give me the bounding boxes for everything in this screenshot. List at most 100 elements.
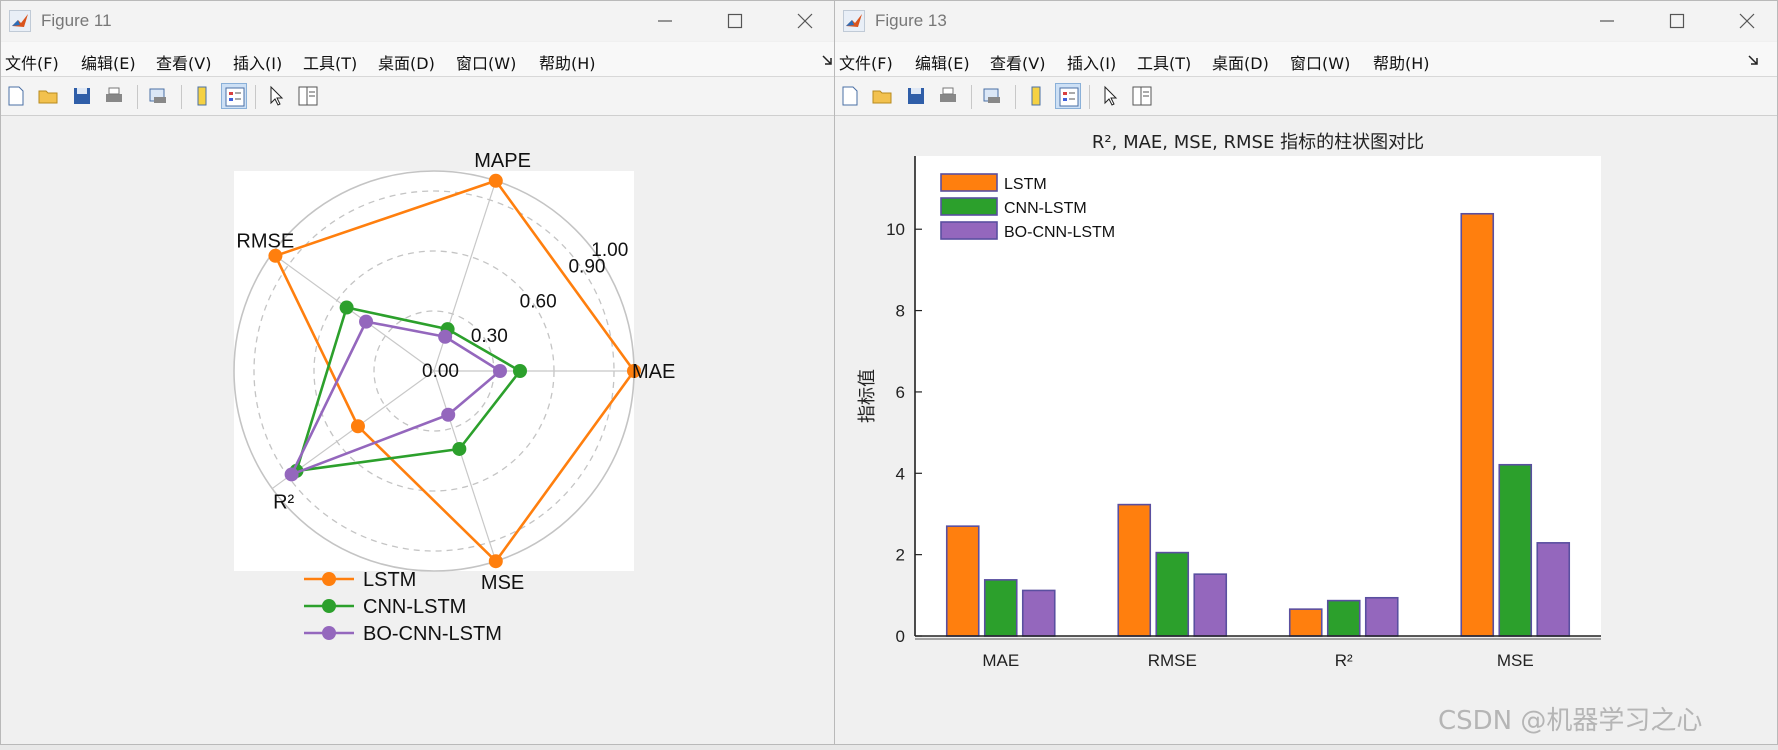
pointer-icon[interactable]: [1097, 83, 1123, 109]
dock-arrow-icon[interactable]: [821, 54, 833, 66]
maximize-button[interactable]: [1655, 5, 1699, 37]
toolbar-separator: [255, 85, 256, 109]
title-bar[interactable]: Figure 11: [1, 1, 835, 41]
menu-view[interactable]: 查看(V): [990, 50, 1045, 74]
maximize-button[interactable]: [713, 5, 757, 37]
pointer-icon[interactable]: [263, 83, 289, 109]
radar-chart: 0.000.300.600.901.00MAEMAPERMSER²MSELSTM…: [233, 150, 675, 645]
data-point: [513, 364, 527, 378]
close-button[interactable]: [783, 5, 827, 37]
y-tick-label: 10: [886, 220, 905, 239]
legend-swatch: [940, 173, 998, 192]
x-tick-label: MAE: [982, 651, 1019, 670]
colorbar-icon[interactable]: [1023, 83, 1049, 109]
bar-chart: R², MAE, MSE, RMSE 指标的柱状图对比 MAE RMSE R² MSE 0…: [857, 132, 1601, 670]
menu-desktop[interactable]: 桌面(D): [378, 50, 435, 74]
dock-arrow-icon[interactable]: [1747, 54, 1759, 66]
bar: [1155, 551, 1190, 637]
figure-toolbar: [835, 77, 1777, 116]
matlab-icon: [9, 10, 31, 32]
bar: [1288, 608, 1323, 637]
toolbar-separator: [137, 85, 138, 109]
toolbar-separator: [1015, 85, 1016, 109]
menu-tools[interactable]: 工具(T): [303, 50, 357, 74]
x-tick-label: MSE: [1497, 651, 1534, 670]
bar: [1460, 212, 1495, 637]
y-tick-label: 4: [896, 464, 905, 483]
print-preview-icon[interactable]: [145, 83, 171, 109]
data-point: [488, 173, 503, 188]
legend-icon[interactable]: [221, 83, 247, 109]
legend-swatch: [940, 197, 998, 216]
legend-label: CNN-LSTM: [363, 596, 466, 618]
legend-marker: [322, 572, 336, 586]
menu-tools[interactable]: 工具(T): [1137, 50, 1191, 74]
x-tick-label: RMSE: [1148, 651, 1197, 670]
menu-desktop[interactable]: 桌面(D): [1212, 50, 1269, 74]
data-point: [493, 364, 507, 378]
minimize-button[interactable]: [1585, 5, 1629, 37]
axis-label: MAE: [632, 361, 675, 383]
axis-label: MSE: [481, 572, 524, 594]
save-icon[interactable]: [69, 83, 95, 109]
close-button[interactable]: [1725, 5, 1769, 37]
legend-icon[interactable]: [1055, 83, 1081, 109]
bar: [983, 579, 1018, 637]
colorbar-icon[interactable]: [189, 83, 215, 109]
radial-tick-label: 0.60: [520, 291, 557, 312]
property-inspector-icon[interactable]: [1129, 83, 1155, 109]
watermark: CSDN @机器学习之心: [1438, 706, 1703, 736]
menu-edit[interactable]: 编辑(E): [81, 50, 136, 74]
legend-marker: [322, 626, 336, 640]
menu-help[interactable]: 帮助(H): [539, 50, 596, 74]
bar: [1326, 599, 1361, 637]
menu-insert[interactable]: 插入(I): [1067, 50, 1116, 74]
bar: [1117, 503, 1152, 637]
open-folder-icon[interactable]: [869, 83, 895, 109]
y-axis-label: 指标值: [857, 369, 878, 423]
x-tick-label: R²: [1335, 651, 1353, 670]
window-title: Figure 11: [41, 11, 112, 30]
print-preview-icon[interactable]: [979, 83, 1005, 109]
new-file-icon[interactable]: [3, 83, 29, 109]
menu-window[interactable]: 窗口(W): [1290, 50, 1350, 74]
legend-marker: [322, 599, 336, 613]
menu-help[interactable]: 帮助(H): [1373, 50, 1430, 74]
menu-edit[interactable]: 编辑(E): [915, 50, 970, 74]
property-inspector-icon[interactable]: [295, 83, 321, 109]
menu-file[interactable]: 文件(F): [5, 50, 59, 74]
y-tick-label: 2: [896, 546, 905, 565]
title-bar[interactable]: Figure 13: [835, 1, 1777, 41]
print-icon[interactable]: [101, 83, 127, 109]
axis-label: MAPE: [474, 150, 531, 172]
open-folder-icon[interactable]: [35, 83, 61, 109]
figure-toolbar: [1, 77, 835, 116]
figure-canvas[interactable]: 0.00 0.30 0.60 0.90 1.00 MAE MAPE RMSE R² MSE LSTM…: [1, 116, 835, 744]
legend-label: CNN-LSTM: [1004, 200, 1087, 217]
menu-file[interactable]: 文件(F): [839, 50, 893, 74]
print-icon[interactable]: [935, 83, 961, 109]
menu-view[interactable]: 查看(V): [156, 50, 211, 74]
menu-bar: 文件(F) 编辑(E) 查看(V) 插入(I) 工具(T) 桌面(D) 窗口(W…: [835, 42, 1777, 77]
menu-insert[interactable]: 插入(I): [233, 50, 282, 74]
axis-label: RMSE: [236, 231, 294, 253]
data-point: [359, 314, 374, 329]
figure-window-right[interactable]: Figure 13 文件(F) 编辑(E) 查看(V) 插入(I) 工具(T) …: [834, 0, 1778, 745]
chart-title: R², MAE, MSE, RMSE 指标的柱状图对比: [1092, 132, 1424, 153]
y-tick-label: 6: [896, 383, 905, 402]
legend-label: BO-CNN-LSTM: [1004, 224, 1115, 241]
menu-window[interactable]: 窗口(W): [456, 50, 516, 74]
figure-window-left[interactable]: Figure 11 文件(F) 编辑(E) 查看(V) 插入(I) 工具(T) …: [0, 0, 836, 745]
legend-label: BO-CNN-LSTM: [363, 623, 502, 645]
data-point: [452, 441, 467, 456]
data-point: [284, 467, 299, 482]
save-icon[interactable]: [903, 83, 929, 109]
new-file-icon[interactable]: [837, 83, 863, 109]
bar: [1021, 589, 1056, 637]
bar: [1364, 596, 1399, 637]
legend-label: LSTM: [363, 569, 416, 591]
data-point: [339, 300, 354, 315]
figure-canvas[interactable]: R², MAE, MSE, RMSE 指标的柱状图对比 MAE RMSE R² MSE 0…: [835, 116, 1777, 744]
y-tick-label: 8: [896, 302, 905, 321]
minimize-button[interactable]: [643, 5, 687, 37]
